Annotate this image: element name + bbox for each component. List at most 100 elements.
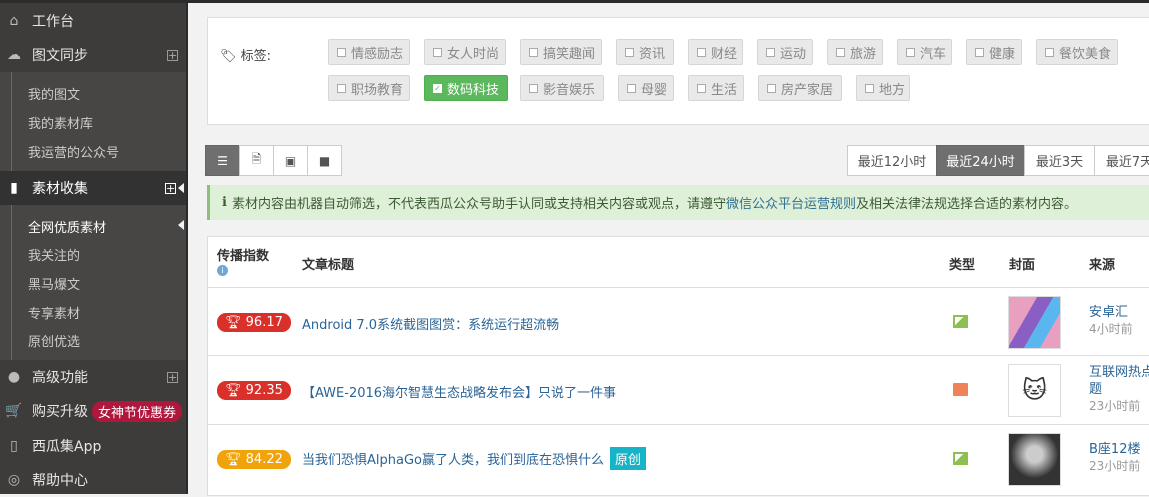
table-row[interactable]: 🏆︎ 92.35 【AWE-2016海尔智慧生态战略发布会】只说了一件事 🐱 互… bbox=[208, 355, 1149, 424]
tag-label: 运动 bbox=[780, 46, 807, 62]
filter-24h[interactable]: 最近24小时 bbox=[936, 145, 1025, 176]
score-badge: 🏆︎ 92.35 bbox=[217, 381, 291, 400]
cover-thumbnail[interactable]: 🐱 bbox=[1008, 364, 1061, 417]
article-title[interactable]: Android 7.0系统截图图赏：系统运行超流畅 bbox=[302, 314, 559, 333]
tag-button[interactable]: 财经 bbox=[688, 39, 743, 65]
sub-all-materials[interactable]: 全网优质素材 bbox=[28, 217, 106, 236]
user-icon: ● bbox=[7, 369, 21, 385]
nav-help[interactable]: ◎ 帮助中心 bbox=[0, 463, 186, 497]
source-name[interactable]: 安卓汇 bbox=[1089, 304, 1133, 321]
checkbox-icon bbox=[975, 47, 984, 57]
tag-button[interactable]: 搞笑趣闻 bbox=[520, 39, 602, 65]
tag-label: 母婴 bbox=[641, 82, 668, 98]
caret-icon bbox=[178, 220, 184, 230]
tag-button[interactable]: 餐饮美食 bbox=[1036, 39, 1118, 65]
article-title[interactable]: 当我们恐惧AlphaGo赢了人类，我们到底在恐惧什么 bbox=[302, 453, 604, 468]
tag-label-text: 标签: bbox=[240, 49, 272, 64]
mobile-icon: ▯ bbox=[10, 438, 18, 454]
filter-12h[interactable]: 最近12小时 bbox=[847, 145, 937, 176]
tag-button[interactable]: 汽车 bbox=[897, 39, 952, 65]
sub-my-library[interactable]: 我的素材库 bbox=[28, 113, 93, 132]
image-type-icon bbox=[953, 315, 968, 328]
sub-following[interactable]: 我关注的 bbox=[28, 245, 80, 264]
score-value: 96.17 bbox=[245, 315, 283, 330]
nav-upgrade[interactable]: 🛒 购买升级 女神节优惠券 bbox=[0, 394, 186, 428]
tag-button[interactable]: 影音娱乐 bbox=[520, 75, 604, 101]
header-title: 文章标题 bbox=[302, 258, 355, 273]
table-row[interactable]: 🏆︎ 84.22 当我们恐惧AlphaGo赢了人类，我们到底在恐惧什么 原创 B座… bbox=[208, 424, 1149, 492]
checkbox-icon bbox=[337, 47, 346, 57]
video-view-button[interactable]: ■ bbox=[307, 145, 342, 176]
sub-dark-horse[interactable]: 黑马爆文 bbox=[28, 274, 80, 293]
filter-7d[interactable]: 最近7天 bbox=[1094, 145, 1149, 176]
checkbox-icon bbox=[627, 83, 636, 93]
sub-my-accounts[interactable]: 我运营的公众号 bbox=[28, 142, 119, 161]
sidebar: ⌂ 工作台 ☁ 图文同步 + 我的图文 我的素材库 我运营的公众号 ▮ 素材收集 + 全网… bbox=[0, 3, 188, 494]
sub-exclusive[interactable]: 专享素材 bbox=[28, 303, 80, 322]
tag-button[interactable]: 地方 bbox=[856, 75, 910, 101]
cart-icon: 🛒 bbox=[5, 403, 23, 419]
list-view-button[interactable]: ☰ bbox=[205, 145, 240, 176]
trophy-icon: 🏆︎ bbox=[225, 315, 242, 330]
original-badge: 原创 bbox=[610, 447, 647, 470]
expand-icon[interactable]: + bbox=[167, 49, 178, 61]
sub-original[interactable]: 原创优选 bbox=[28, 331, 80, 350]
tag-button[interactable]: 母婴 bbox=[618, 75, 674, 101]
checkbox-icon bbox=[1045, 47, 1054, 57]
tag-button[interactable]: 运动 bbox=[757, 39, 813, 65]
nav-label: 图文同步 bbox=[32, 48, 88, 64]
tag-label: 生活 bbox=[711, 82, 738, 98]
tag-label: 资讯 bbox=[639, 46, 666, 62]
nav-collect[interactable]: ▮ 素材收集 + bbox=[0, 171, 186, 205]
tag-button[interactable]: ✓ 数码科技 bbox=[424, 75, 508, 101]
cover-thumbnail[interactable] bbox=[1008, 433, 1061, 486]
expand-icon[interactable]: + bbox=[167, 371, 178, 383]
image-type-icon bbox=[953, 452, 968, 465]
info-alert: ℹ 素材内容由机器自动筛选，不代表西瓜公众号助手认同或支持相关内容或观点，请遵守… bbox=[207, 185, 1149, 220]
nav-sync[interactable]: ☁ 图文同步 + bbox=[0, 38, 186, 72]
source-name[interactable]: 互联网热点话题 bbox=[1089, 364, 1149, 398]
nav-workbench[interactable]: ⌂ 工作台 bbox=[0, 4, 186, 38]
checkbox-icon bbox=[906, 47, 915, 57]
tag-button[interactable]: 生活 bbox=[688, 75, 744, 101]
tag-button[interactable]: 情感励志 bbox=[328, 39, 410, 65]
checkbox-icon bbox=[697, 47, 706, 57]
info-icon[interactable]: i bbox=[217, 265, 228, 276]
table-row[interactable]: 🏆︎ 96.17 Android 7.0系统截图图赏：系统运行超流畅 安卓汇 4小… bbox=[208, 287, 1149, 355]
score-badge: 🏆︎ 84.22 bbox=[217, 450, 291, 469]
source-name[interactable]: B座12楼 bbox=[1089, 441, 1140, 458]
checkbox-icon bbox=[337, 83, 346, 93]
sub-my-articles[interactable]: 我的图文 bbox=[28, 84, 80, 103]
checkbox-icon bbox=[625, 47, 634, 57]
tag-label: 职场教育 bbox=[351, 82, 404, 98]
expand-icon[interactable]: + bbox=[165, 182, 176, 194]
promo-badge[interactable]: 女神节优惠券 bbox=[92, 400, 183, 422]
header-score[interactable]: 传播指数 bbox=[217, 245, 269, 264]
article-view-button[interactable]: 🗎 bbox=[239, 145, 274, 176]
tag-button[interactable]: 房产家居 bbox=[758, 75, 842, 101]
rules-link[interactable]: 微信公众平台运营规则 bbox=[726, 193, 856, 212]
nav-app[interactable]: ▯ 西瓜集App bbox=[0, 429, 186, 463]
nav-advanced[interactable]: ● 高级功能 + bbox=[0, 360, 186, 394]
bookmark-icon: ▮ bbox=[10, 180, 18, 196]
info-icon: ℹ bbox=[222, 195, 227, 210]
cover-thumbnail[interactable] bbox=[1008, 296, 1061, 349]
article-title[interactable]: 【AWE-2016海尔智慧生态战略发布会】只说了一件事 bbox=[302, 382, 616, 401]
score-value: 84.22 bbox=[245, 452, 283, 467]
image-view-button[interactable]: ▣ bbox=[273, 145, 308, 176]
filter-3d[interactable]: 最近3天 bbox=[1024, 145, 1095, 176]
tag-button[interactable]: 女人时尚 bbox=[424, 39, 506, 65]
header-source: 来源 bbox=[1089, 258, 1116, 273]
tag-icon: 🏷 bbox=[220, 49, 241, 64]
tag-button[interactable]: 资讯 bbox=[616, 39, 674, 65]
source-time: 23小时前 bbox=[1089, 459, 1141, 473]
tag-label: 财经 bbox=[711, 46, 738, 62]
tag-button[interactable]: 旅游 bbox=[827, 39, 883, 65]
tag-button[interactable]: 健康 bbox=[966, 39, 1022, 65]
alert-text-end: 及相关法律法规选择合适的素材内容。 bbox=[855, 197, 1077, 212]
nav-label: 素材收集 bbox=[32, 181, 88, 197]
tag-button[interactable]: 职场教育 bbox=[328, 75, 410, 101]
checkbox-icon bbox=[836, 47, 845, 57]
checkbox-icon: ✓ bbox=[433, 83, 442, 93]
nav-label: 工作台 bbox=[32, 14, 74, 30]
